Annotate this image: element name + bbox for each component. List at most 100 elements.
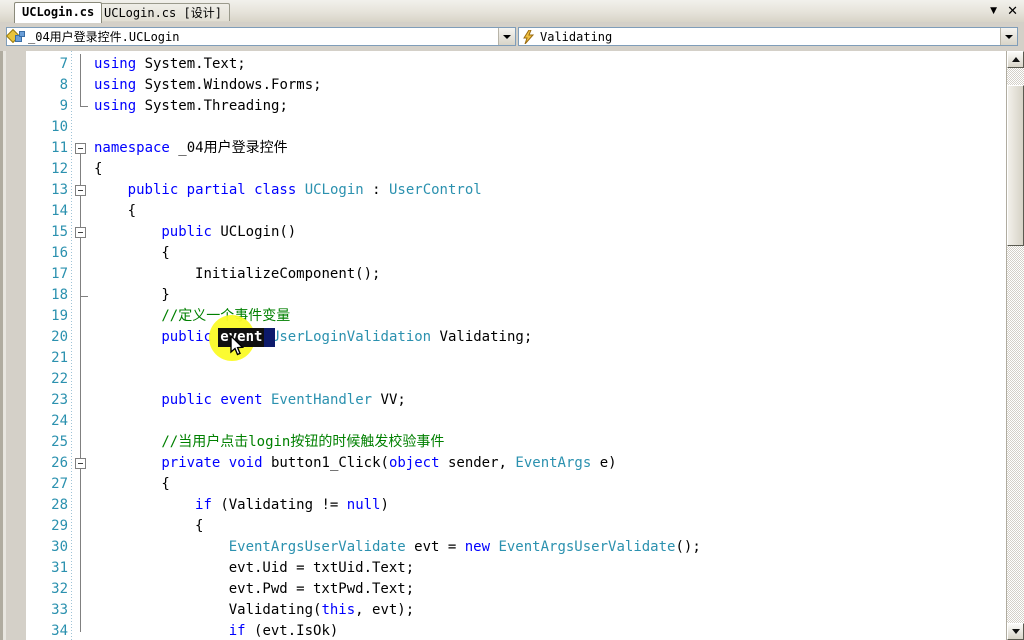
code-line[interactable]: public partial class UCLogin : UserContr… [128, 180, 482, 201]
code-token: public partial class [127, 182, 305, 198]
code-line[interactable]: public UCLogin() [161, 222, 296, 243]
visual-studio-code-editor-window: UCLogin.cs UCLogin.cs [设计] ▼ ✕ _04用户登录控件… [0, 0, 1024, 640]
code-token: evt.Uid = txtUid.Text; [228, 560, 415, 576]
code-token: evt = [414, 539, 465, 555]
code-line[interactable]: } [161, 285, 169, 306]
tab-label: UCLogin.cs [设计] [104, 6, 222, 20]
code-line[interactable]: { [161, 474, 169, 495]
code-line[interactable]: namespace _04用户登录控件 [94, 138, 288, 159]
fold-guide-line [80, 54, 81, 106]
line-number: 28 [51, 497, 68, 513]
document-tab-strip: UCLogin.cs UCLogin.cs [设计] ▼ ✕ [0, 0, 1024, 23]
line-number: 20 [51, 329, 68, 345]
code-line[interactable]: using System.Text; [94, 54, 246, 75]
code-line[interactable]: evt.Pwd = txtPwd.Text; [229, 579, 414, 600]
code-token: { [127, 203, 137, 219]
line-number: 13 [51, 182, 68, 198]
fold-guide-line [80, 233, 81, 296]
tab-label: UCLogin.cs [22, 5, 95, 19]
code-line[interactable]: using System.Threading; [94, 96, 288, 117]
code-token: (Validating != [220, 497, 347, 513]
code-line[interactable]: InitializeComponent(); [195, 264, 380, 285]
code-line[interactable]: { [128, 201, 136, 222]
chevron-down-icon[interactable] [498, 28, 515, 45]
line-number: 7 [59, 56, 68, 72]
code-line[interactable]: { [195, 516, 203, 537]
code-token: UCLogin [304, 182, 373, 198]
code-token: if [228, 623, 255, 639]
fold-toggle-13[interactable] [75, 185, 86, 196]
tab-uclogin-cs-design[interactable]: UCLogin.cs [设计] [96, 3, 230, 21]
line-number: 12 [51, 161, 68, 177]
code-token: e) [599, 455, 617, 471]
code-token: private void [161, 455, 271, 471]
code-token: button1_Click( [270, 455, 389, 471]
line-number: 16 [51, 245, 68, 261]
code-editor[interactable]: 7 8 9 10 11 12 13 14 15 16 17 18 19 20 21 22 23 24 25 26 27 2… [0, 51, 1024, 640]
code-token: using [94, 77, 145, 93]
scroll-up-button[interactable] [1007, 51, 1024, 68]
vertical-scrollbar[interactable] [1007, 51, 1024, 640]
code-token: (); [675, 539, 701, 555]
line-number: 15 [51, 224, 68, 240]
line-number: 24 [51, 413, 68, 429]
member-dropdown[interactable]: Validating [518, 27, 1018, 46]
code-line[interactable]: //当用户点击login按钮的时候触发校验事件 [161, 432, 444, 453]
code-line[interactable]: private void button1_Click(object sender… [161, 453, 616, 474]
line-number: 34 [51, 623, 68, 639]
close-icon[interactable]: ✕ [1007, 5, 1018, 18]
scrollbar-thumb[interactable] [1007, 85, 1024, 246]
line-number: 9 [59, 98, 68, 114]
fold-toggle-11[interactable] [75, 143, 86, 154]
line-number: 26 [51, 455, 68, 471]
line-number: 29 [51, 518, 68, 534]
code-token: } [161, 287, 170, 303]
code-line[interactable]: { [161, 243, 169, 264]
event-lightning-icon [520, 28, 538, 45]
code-token: public event [161, 392, 271, 408]
code-token: System.Threading; [144, 98, 288, 114]
code-line[interactable]: using System.Windows.Forms; [94, 75, 322, 96]
code-line[interactable]: { [94, 159, 102, 180]
code-token: VV; [380, 392, 406, 408]
line-number: 19 [51, 308, 68, 324]
tab-uclogin-cs-code[interactable]: UCLogin.cs [14, 2, 103, 23]
chevron-down-icon[interactable] [1000, 28, 1017, 45]
fold-toggle-15[interactable] [75, 227, 86, 238]
code-token: (evt.IsOk) [254, 623, 339, 639]
line-number: 17 [51, 266, 68, 282]
indicator-margin[interactable] [6, 51, 26, 640]
type-dropdown[interactable]: _04用户登录控件.UCLogin [5, 27, 516, 46]
code-token: object [388, 455, 448, 471]
code-token: namespace [94, 140, 179, 156]
code-line[interactable]: public event EventHandler VV; [161, 390, 405, 411]
code-token: { [161, 245, 170, 261]
fold-guide-line [80, 464, 81, 632]
code-token: ) [380, 497, 389, 513]
code-line[interactable]: if (Validating != null) [195, 495, 389, 516]
code-line[interactable]: if (evt.IsOk) [229, 621, 339, 640]
code-token: System.Windows.Forms; [144, 77, 322, 93]
code-folding-margin[interactable] [72, 51, 94, 640]
code-line[interactable]: evt.Uid = txtUid.Text; [229, 558, 414, 579]
line-number: 32 [51, 581, 68, 597]
mouse-cursor [230, 335, 245, 356]
code-token: this [321, 602, 356, 618]
chevron-down-icon[interactable]: ▼ [990, 6, 997, 16]
code-token: Validating( [228, 602, 322, 618]
scroll-down-button[interactable] [1007, 623, 1024, 640]
code-line[interactable]: Validating(this, evt); [229, 600, 414, 621]
line-number: 14 [51, 203, 68, 219]
code-token: using [94, 98, 145, 114]
code-token: _04用户登录控件 [178, 140, 288, 156]
type-dropdown-value: _04用户登录控件.UCLogin [28, 30, 180, 44]
line-number: 8 [59, 77, 68, 93]
code-token: : [372, 182, 389, 198]
code-token: EventArgsUserValidate [228, 539, 415, 555]
code-token: public [161, 224, 221, 240]
code-token: { [94, 161, 103, 177]
code-token: using [94, 56, 145, 72]
fold-end-marker [80, 296, 88, 297]
fold-toggle-26[interactable] [75, 458, 86, 469]
code-line[interactable]: EventArgsUserValidate evt = new EventArg… [229, 537, 701, 558]
